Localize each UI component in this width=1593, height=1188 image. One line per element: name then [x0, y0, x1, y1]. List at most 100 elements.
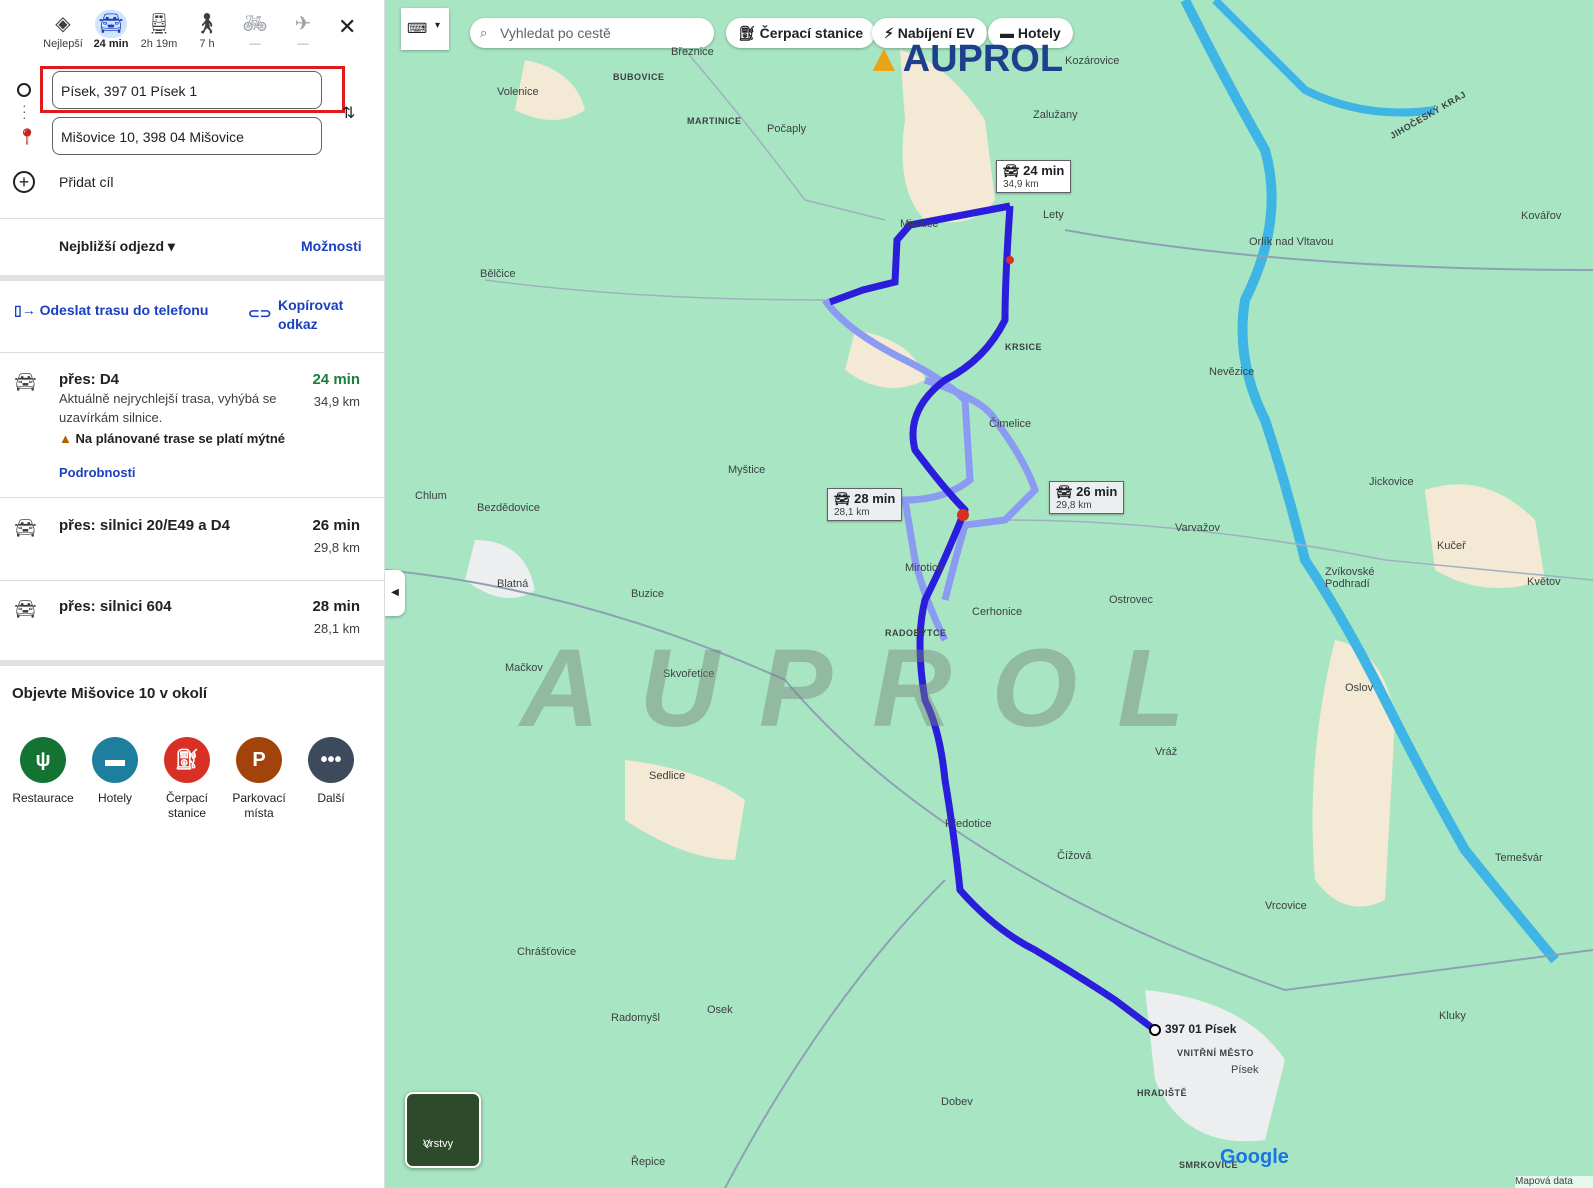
category-more[interactable]: ••• Další — [296, 737, 366, 806]
route-label-time: 24 min — [1023, 163, 1065, 178]
category-restaurants[interactable]: ψ Restaurace — [8, 737, 78, 806]
place-label: Volenice — [497, 86, 539, 98]
add-destination-label[interactable]: Přidat cíl — [59, 174, 113, 190]
place-label: Písek — [1231, 1064, 1259, 1076]
mode-flight[interactable]: ✈ — — [280, 10, 326, 60]
mode-driving[interactable]: 🚘︎ 24 min — [88, 10, 134, 60]
mode-walking[interactable]: 🚶︎ 7 h — [184, 10, 230, 60]
route-label-26[interactable]: 🚘︎ 26 min 29,8 km — [1049, 481, 1125, 514]
place-label: Zalužany — [1033, 109, 1078, 121]
destination-input[interactable]: Mišovice 10, 398 04 Mišovice — [52, 117, 322, 155]
town-area — [1145, 990, 1285, 1142]
keyboard-icon: ⌨ — [407, 20, 428, 36]
travel-mode-bar: ◈ Nejlepší 🚘︎ 24 min 🚆︎ 2h 19m 🚶︎ 7 h 🚲︎ — ✈ — — [40, 10, 380, 60]
place-label: Mirotice — [900, 218, 939, 230]
origin-marker[interactable] — [1149, 1024, 1161, 1036]
toll-warning: ▲ Na plánované trase se platí mýtné — [59, 431, 285, 446]
place-label: KRSICE — [1005, 342, 1043, 352]
route-distance: 29,8 km — [313, 540, 360, 555]
place-label: Kluky — [1439, 1010, 1466, 1022]
search-icon: ⌕ — [480, 25, 488, 40]
place-label: Řepice — [631, 1156, 666, 1168]
swap-icon[interactable]: ⇅ — [342, 103, 355, 123]
search-placeholder: Vyhledat po cestě — [500, 25, 611, 41]
options-button[interactable]: Možnosti — [301, 238, 362, 254]
place-label: Chlum — [415, 490, 447, 502]
place-label: Počaply — [767, 123, 807, 135]
layers-button[interactable]: ◇ Vrstvy — [405, 1092, 481, 1168]
details-link[interactable]: Podrobnosti — [59, 465, 136, 480]
place-label: Předotice — [945, 818, 992, 830]
category-gas[interactable]: ⛽︎ Čerpací stanice — [152, 737, 222, 821]
place-label: Osek — [707, 1004, 733, 1016]
gas-pump-icon: ⛽︎ — [164, 737, 210, 783]
map-canvas[interactable]: ⌨ ▾ ⌕ Vyhledat po cestě ⛽︎ Čerpací stanice… — [385, 0, 1593, 1188]
send-to-phone-button[interactable]: ▯→ Odeslat trasu do telefonu — [14, 302, 208, 319]
map-data-credit[interactable]: Mapová data ©20 — [1515, 1176, 1593, 1188]
highlight-box — [40, 66, 345, 113]
category-parking[interactable]: P Parkovací místa — [224, 737, 294, 821]
input-tools-button[interactable]: ⌨ ▾ — [401, 8, 449, 50]
place-label: HRADIŠTĚ — [1137, 1088, 1188, 1098]
place-label: Dobev — [941, 1096, 973, 1108]
place-label: Čížová — [1057, 850, 1092, 862]
link-icon: ⊂⊃ — [248, 305, 272, 321]
chevron-left-icon: ◀ — [391, 587, 399, 598]
route-label-24[interactable]: 🚘︎ 24 min 34,9 km — [996, 160, 1072, 193]
place-label: Temešvár — [1495, 852, 1543, 864]
departure-label: Nejbližší odjezd — [59, 238, 165, 254]
destination-pin-icon: 📍︎ — [17, 129, 38, 146]
walk-icon: 🚶︎ — [194, 13, 220, 35]
google-logo: Google — [1220, 1146, 1289, 1168]
search-along-route-input[interactable]: ⌕ Vyhledat po cestě — [470, 18, 714, 48]
divider — [0, 660, 384, 666]
auprol-logo: ▲AUPROL — [865, 38, 1064, 80]
place-label: Nevězice — [1209, 366, 1255, 378]
place-label: Ostrovec — [1109, 594, 1154, 606]
divider — [0, 580, 384, 581]
place-label: Kučeř — [1437, 540, 1466, 552]
land-patch — [1312, 640, 1395, 907]
route-name: přes: D4 — [59, 371, 120, 388]
vertical-dots-icon: · · · — [22, 97, 27, 125]
parking-icon: P — [236, 737, 282, 783]
flight-icon: ✈ — [294, 13, 312, 35]
route-description: Aktuálně nejrychlejší trasa, vyhýbá se u… — [59, 391, 277, 425]
transit-icon: 🚆︎ — [146, 13, 172, 35]
directions-panel: ◈ Nejlepší 🚘︎ 24 min 🚆︎ 2h 19m 🚶︎ 7 h 🚲︎ — ✈ —… — [0, 0, 385, 1188]
divider — [0, 275, 384, 281]
route-label-28[interactable]: 🚘︎ 28 min 28,1 km — [827, 488, 903, 521]
road — [684, 49, 886, 221]
gas-pump-icon: ⛽︎ — [738, 25, 756, 41]
route-label-time: 28 min — [854, 491, 896, 506]
closure-icon[interactable] — [957, 509, 969, 521]
origin-label[interactable]: 397 01 Písek — [1165, 1022, 1236, 1036]
route-label-dist: 34,9 km — [1003, 179, 1039, 190]
road — [484, 279, 826, 301]
main-route-line — [909, 205, 1158, 1033]
category-hotels[interactable]: ▬ Hotely — [80, 737, 150, 806]
chevron-down-icon: ▾ — [435, 20, 441, 31]
departure-select[interactable]: Nejbližší odjezd ▾ — [59, 238, 175, 255]
place-label: Květov — [1527, 576, 1561, 588]
map-base — [385, 0, 1593, 1188]
mode-cycling[interactable]: 🚲︎ — — [232, 10, 278, 60]
close-icon[interactable]: ✕ — [338, 14, 356, 40]
place-label: Březnice — [671, 46, 714, 58]
chip-gas-stations[interactable]: ⛽︎ Čerpací stanice — [726, 18, 876, 48]
phone-send-icon: ▯→ — [14, 302, 36, 318]
place-label: MARTINICE — [687, 116, 742, 126]
mode-transit[interactable]: 🚆︎ 2h 19m — [136, 10, 182, 60]
route-name: přes: silnici 20/E49 a D4 — [59, 517, 230, 534]
bike-icon: 🚲︎ — [242, 13, 268, 35]
river — [1212, 0, 1436, 117]
logo-mark: ▲ — [865, 38, 903, 80]
place-label: Radomyšl — [611, 1012, 660, 1024]
mode-best[interactable]: ◈ Nejlepší — [40, 10, 86, 60]
place-label: Zvíkovské Podhradí — [1325, 566, 1375, 590]
place-label: Vrcovice — [1265, 900, 1307, 912]
add-icon[interactable]: + — [13, 171, 35, 193]
route-label-time: 26 min — [1076, 484, 1118, 499]
car-icon: 🚘︎ — [14, 372, 37, 392]
collapse-panel-button[interactable]: ◀ — [385, 570, 405, 616]
